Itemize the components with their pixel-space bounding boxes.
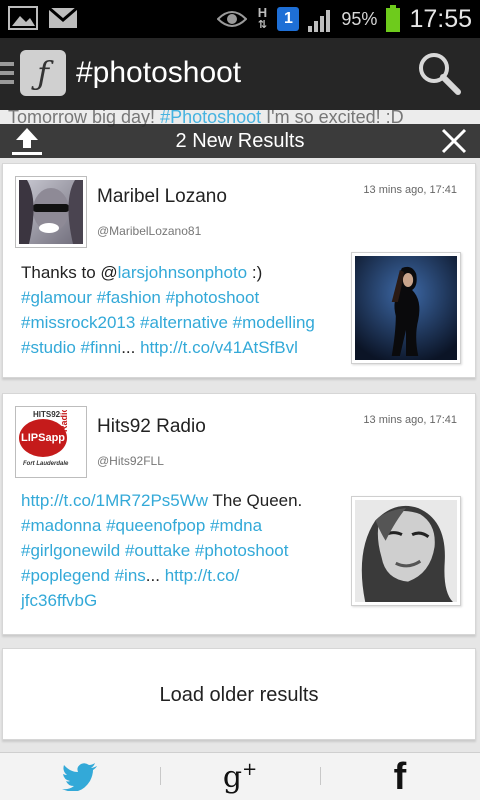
timestamp: 13 mins ago, 17:41 — [363, 414, 457, 426]
app-logo-icon[interactable]: ƒ — [20, 50, 66, 96]
logo-side-text: Radio — [59, 410, 69, 432]
user-name[interactable]: Hits92 Radio — [97, 416, 206, 438]
tweet-link[interactable]: #madonna #queenofpop #mdna — [21, 516, 262, 535]
clock: 17:55 — [409, 4, 472, 33]
station-logo: HITS92 LIPSapp Radio Fort Lauderdale — [19, 410, 83, 474]
timestamp: 13 mins ago, 17:41 — [363, 184, 457, 196]
tweet-image-thumbnail[interactable] — [351, 496, 461, 606]
tweet-link[interactable]: jfc36ffvbG — [21, 591, 97, 610]
tweet-text-segment: ... — [145, 566, 165, 585]
tweet-link[interactable]: http://t.co/1MR72Ps5Ww — [21, 491, 208, 510]
google-plus-icon: g+ — [223, 759, 257, 795]
tweet-link[interactable]: http://t.co/ — [165, 566, 240, 585]
close-icon[interactable] — [440, 127, 468, 155]
gmail-icon — [48, 6, 78, 28]
new-results-label[interactable]: 2 New Results — [0, 130, 480, 153]
photo-image — [355, 500, 457, 602]
notification-badge-count: 1 — [283, 10, 293, 27]
network-h-icon: H ⇅ — [257, 5, 268, 31]
menu-icon[interactable] — [0, 62, 16, 89]
tweet-text-segment: The Queen. — [208, 491, 303, 510]
status-bar: H ⇅ 1 95% 17:55 — [0, 0, 480, 38]
user-photo — [19, 180, 83, 244]
avatar[interactable]: HITS92 LIPSapp Radio Fort Lauderdale — [15, 406, 87, 478]
tweet-text-segment: ... — [121, 338, 141, 357]
tweet-link[interactable]: #glamour #fashion #photoshoot — [21, 288, 259, 307]
avatar[interactable] — [15, 176, 87, 248]
status-left-icons — [8, 6, 78, 30]
share-bar: g+ f — [0, 752, 480, 800]
google-plus-share-button[interactable]: g+ — [160, 753, 320, 800]
page-title: #photoshoot — [76, 56, 242, 89]
user-handle[interactable]: @Hits92FLL — [97, 454, 164, 468]
signal-icon — [308, 10, 331, 32]
status-right-icons: H ⇅ 1 95% 17:55 — [217, 4, 472, 34]
user-name[interactable]: Maribel Lozano — [97, 186, 227, 208]
new-results-bar[interactable]: 2 New Results — [0, 124, 480, 158]
tweet-text-segment: Thanks to @ — [21, 263, 118, 282]
tweet-text-segment: :) — [247, 263, 263, 282]
eye-icon — [217, 11, 248, 27]
facebook-share-button[interactable]: f — [320, 753, 480, 800]
tweet-text: Thanks to @larsjohnsonphoto :) #glamour #… — [21, 260, 351, 360]
user-handle[interactable]: @MaribelLozano81 — [97, 224, 201, 238]
search-icon[interactable] — [416, 50, 462, 96]
logo-bottom-text: Fort Lauderdale — [23, 461, 69, 467]
image-icon — [8, 6, 38, 30]
tweet-link[interactable]: larsjohnsonphoto — [118, 263, 247, 282]
app-logo-glyph: ƒ — [37, 54, 49, 92]
gplus-plus: + — [242, 759, 258, 780]
battery-icon — [386, 5, 401, 32]
tweet-text: http://t.co/1MR72Ps5Ww The Queen. #madonn… — [21, 488, 351, 613]
tweet-link[interactable]: #studio #finni — [21, 338, 121, 357]
twitter-icon — [62, 763, 97, 791]
gplus-g: g — [222, 760, 243, 795]
tweet-link[interactable]: #missrock2013 #alternative #modelling — [21, 313, 315, 332]
load-older-button[interactable]: Load older results — [2, 648, 476, 740]
tweet-link[interactable]: http://t.co/v41AtSfBvl — [140, 338, 298, 357]
tweet-image-thumbnail[interactable] — [351, 252, 461, 364]
logo-top-text: HITS92 — [33, 410, 61, 419]
twitter-share-button[interactable] — [0, 753, 160, 800]
network-letter: H — [257, 5, 268, 20]
tweet-link[interactable]: #girlgonewild #outtake #photoshoot — [21, 541, 288, 560]
action-bar: ƒ #photoshoot — [0, 38, 480, 110]
new-results-banner: Tomorrow big day! #Photoshoot I'm so exc… — [0, 110, 480, 158]
tweet-link[interactable]: #poplegend #ins — [21, 566, 146, 585]
result-card[interactable]: Maribel Lozano @MaribelLozano81 13 mins … — [2, 163, 476, 378]
photo-image — [355, 256, 457, 360]
result-card[interactable]: HITS92 LIPSapp Radio Fort Lauderdale Hit… — [2, 393, 476, 635]
notification-badge-icon: 1 — [277, 7, 300, 31]
facebook-icon: f — [393, 755, 407, 798]
logo-main-text: LIPSapp — [21, 432, 66, 444]
battery-percent: 95% — [341, 8, 378, 29]
